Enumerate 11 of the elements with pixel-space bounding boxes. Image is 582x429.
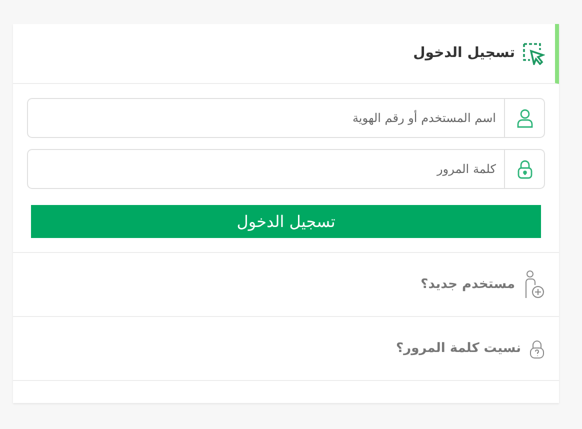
input-field[interactable]: كلمة المرور xyxy=(27,149,545,189)
lock-icon xyxy=(516,159,532,179)
add-user-icon xyxy=(523,270,545,300)
account-link[interactable]: نسيت كلمة المرور؟ xyxy=(396,338,521,358)
header-title: تسجيل الدخول xyxy=(413,44,515,63)
account-link[interactable]: مستخدم جديد؟ xyxy=(420,274,515,294)
login-button[interactable]: تسجيل الدخول xyxy=(31,205,541,238)
user-icon xyxy=(516,108,534,128)
cursor-icon xyxy=(523,42,545,64)
lock-icon xyxy=(529,338,545,358)
input-field[interactable]: اسم المستخدم أو رقم الهوية xyxy=(27,98,545,138)
